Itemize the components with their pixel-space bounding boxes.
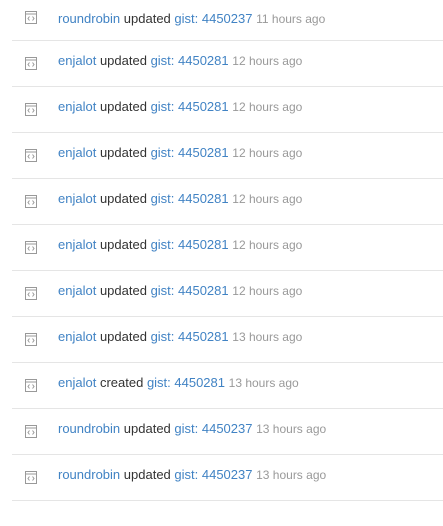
action-text: updated [99, 328, 147, 344]
gist-link[interactable]: gist: 4450281 [151, 329, 229, 344]
timestamp: 12 hours ago [232, 53, 303, 68]
feed-item: roundrobin updated gist: 4450237 13 hour… [12, 409, 443, 455]
action-text: updated [123, 466, 171, 482]
gist-icon [25, 333, 37, 346]
action-text: updated [99, 144, 147, 160]
actor-link[interactable]: enjalot [58, 283, 96, 298]
action-text: updated [99, 98, 147, 114]
actor-link[interactable]: enjalot [58, 99, 96, 114]
gist-icon [25, 195, 37, 208]
action-text: updated [99, 190, 147, 206]
action-text: updated [99, 282, 147, 298]
timestamp: 11 hours ago [256, 12, 326, 26]
actor-link[interactable]: enjalot [58, 53, 96, 68]
feed-item-text: enjalot created gist: 4450281 13 hours a… [58, 375, 299, 391]
feed-item-text: enjalot updated gist: 4450281 12 hours a… [58, 191, 302, 207]
gist-icon [25, 287, 37, 300]
feed-item-text: enjalot updated gist: 4450281 12 hours a… [58, 237, 302, 253]
feed-item-text: roundrobin updated gist: 4450237 11 hour… [58, 11, 325, 27]
timestamp: 13 hours ago [232, 329, 303, 344]
timestamp: 13 hours ago [256, 467, 327, 482]
action-text: updated [99, 236, 147, 252]
action-text: created [99, 374, 144, 390]
gist-icon [25, 379, 37, 392]
gist-icon [25, 241, 37, 254]
gist-link[interactable]: gist: 4450281 [151, 53, 229, 68]
gist-link[interactable]: gist: 4450281 [151, 191, 229, 206]
actor-link[interactable]: roundrobin [58, 421, 120, 436]
actor-link[interactable]: roundrobin [58, 467, 120, 482]
gist-link[interactable]: gist: 4450237 [174, 11, 252, 26]
feed-item-text: roundrobin updated gist: 4450237 13 hour… [58, 467, 326, 483]
feed-item: enjalot updated gist: 4450281 12 hours a… [12, 179, 443, 225]
timestamp: 12 hours ago [232, 99, 303, 114]
gist-link[interactable]: gist: 4450237 [174, 421, 252, 436]
feed-item-text: enjalot updated gist: 4450281 12 hours a… [58, 283, 302, 299]
gist-link[interactable]: gist: 4450281 [151, 283, 229, 298]
feed-item-text: enjalot updated gist: 4450281 12 hours a… [58, 99, 302, 115]
gist-icon [25, 425, 37, 438]
feed-item-text: roundrobin updated gist: 4450237 13 hour… [58, 421, 326, 437]
feed-item-text: enjalot updated gist: 4450281 12 hours a… [58, 145, 302, 161]
feed-item: roundrobin updated gist: 4450237 13 hour… [12, 455, 443, 501]
gist-icon [25, 149, 37, 162]
timestamp: 12 hours ago [232, 191, 303, 206]
feed-item-text: enjalot updated gist: 4450281 13 hours a… [58, 329, 302, 345]
feed-item: enjalot updated gist: 4450281 13 hours a… [12, 317, 443, 363]
activity-feed: roundrobin updated gist: 4450237 11 hour… [0, 0, 443, 501]
feed-item: roundrobin updated gist: 4450237 11 hour… [12, 0, 443, 41]
gist-link[interactable]: gist: 4450281 [147, 375, 225, 390]
feed-item: enjalot created gist: 4450281 13 hours a… [12, 363, 443, 409]
actor-link[interactable]: roundrobin [58, 11, 120, 26]
action-text: updated [123, 420, 171, 436]
actor-link[interactable]: enjalot [58, 191, 96, 206]
action-text: updated [99, 52, 147, 68]
timestamp: 13 hours ago [256, 421, 327, 436]
gist-link[interactable]: gist: 4450281 [151, 237, 229, 252]
feed-item-text: enjalot updated gist: 4450281 12 hours a… [58, 53, 302, 69]
gist-icon [25, 471, 37, 484]
feed-item: enjalot updated gist: 4450281 12 hours a… [12, 271, 443, 317]
gist-icon [25, 11, 37, 24]
gist-link[interactable]: gist: 4450281 [151, 99, 229, 114]
actor-link[interactable]: enjalot [58, 375, 96, 390]
timestamp: 13 hours ago [228, 375, 299, 390]
feed-item: enjalot updated gist: 4450281 12 hours a… [12, 133, 443, 179]
feed-item: enjalot updated gist: 4450281 12 hours a… [12, 41, 443, 87]
actor-link[interactable]: enjalot [58, 145, 96, 160]
actor-link[interactable]: enjalot [58, 329, 96, 344]
gist-icon [25, 103, 37, 116]
feed-item: enjalot updated gist: 4450281 12 hours a… [12, 87, 443, 133]
action-text: updated [123, 11, 171, 26]
feed-item: enjalot updated gist: 4450281 12 hours a… [12, 225, 443, 271]
gist-link[interactable]: gist: 4450281 [151, 145, 229, 160]
timestamp: 12 hours ago [232, 145, 303, 160]
timestamp: 12 hours ago [232, 283, 303, 298]
gist-link[interactable]: gist: 4450237 [174, 467, 252, 482]
actor-link[interactable]: enjalot [58, 237, 96, 252]
timestamp: 12 hours ago [232, 237, 303, 252]
gist-icon [25, 57, 37, 70]
